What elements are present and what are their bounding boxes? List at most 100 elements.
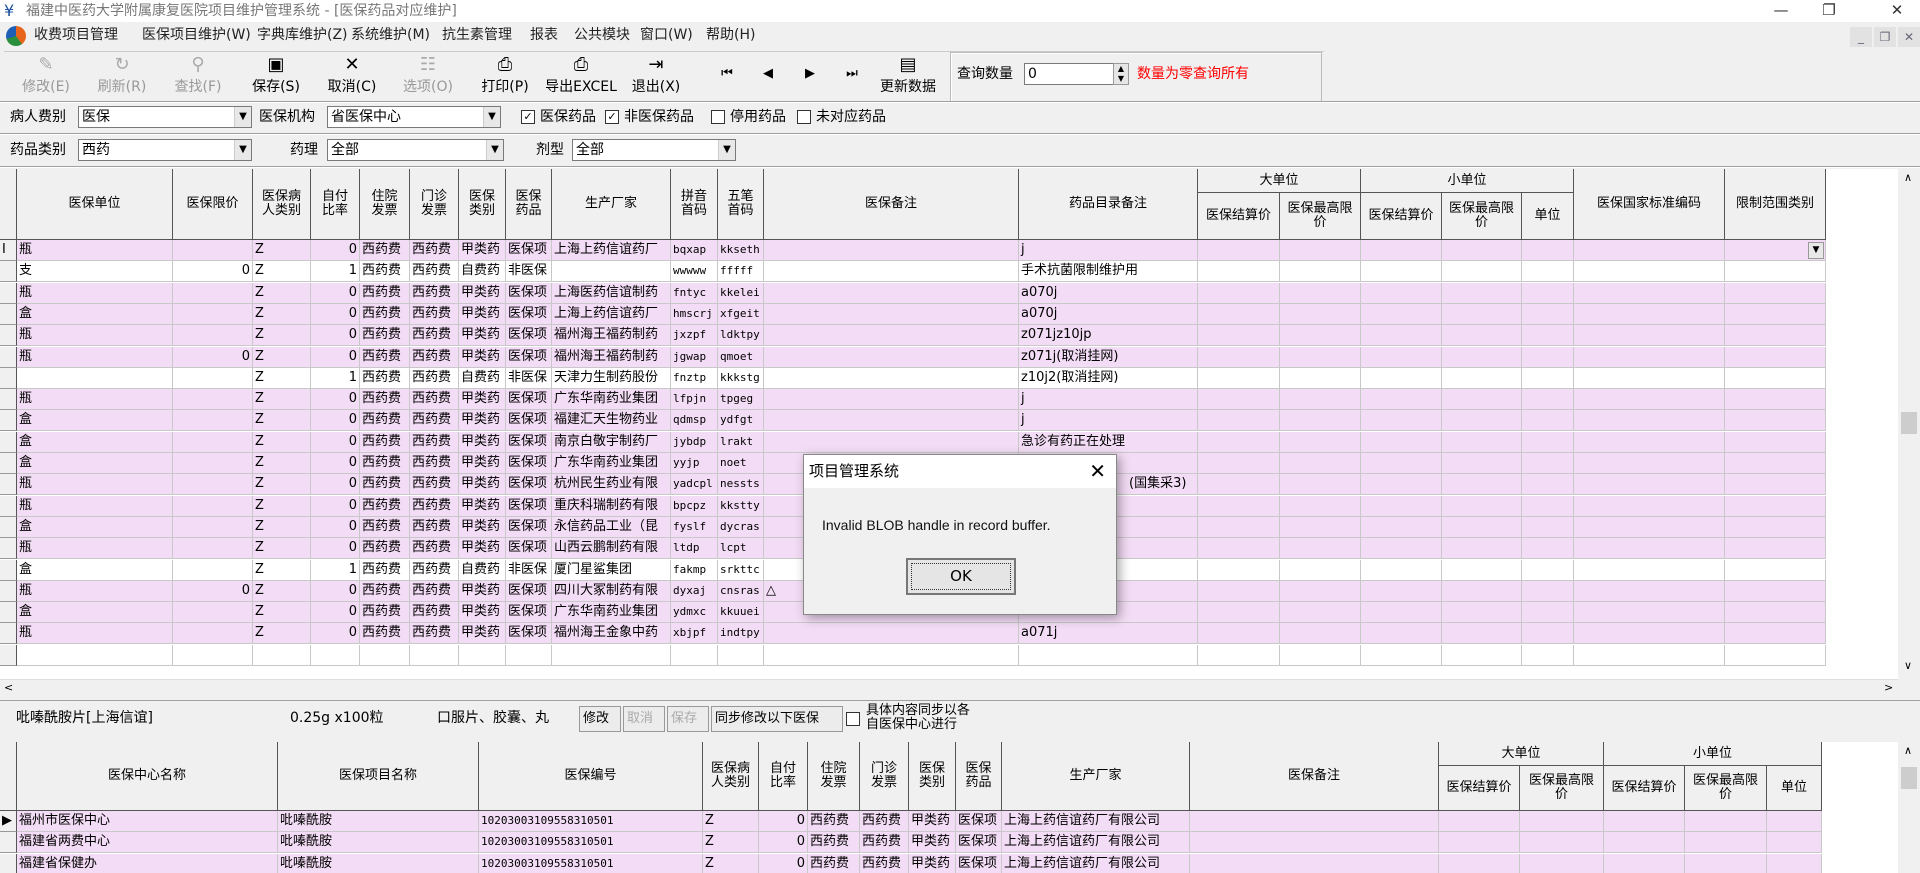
grid-cell[interactable] xyxy=(173,516,253,538)
grid-cell[interactable] xyxy=(1198,623,1280,645)
grid-cell[interactable]: 天津力生制药股份 xyxy=(552,367,671,389)
grid-cell[interactable]: 非医保 xyxy=(506,367,552,389)
grid-cell[interactable]: 西药费 xyxy=(410,495,459,517)
grid-cell[interactable]: Z xyxy=(703,853,759,873)
grid-cell[interactable] xyxy=(1280,282,1361,304)
grid-cell[interactable] xyxy=(1198,431,1280,453)
column-header[interactable]: 医保国家标准编码 xyxy=(1574,169,1725,240)
menu-item[interactable]: 收费项目管理 xyxy=(34,22,118,49)
row-indicator[interactable] xyxy=(0,261,17,283)
grid-cell[interactable] xyxy=(173,474,253,496)
grid-cell[interactable] xyxy=(1442,282,1522,304)
table-row[interactable]: 盒 Z 0 西药费 西药费 甲类药 医保项 南京白敬宇制药厂 jybdp lrakt 急诊有药正在处… xyxy=(0,431,1826,453)
row-indicator[interactable]: ▶ xyxy=(0,811,17,832)
grid-cell[interactable]: 甲类药 xyxy=(459,602,506,624)
row-indicator[interactable] xyxy=(0,346,17,368)
column-header[interactable]: 医保最高限 价 xyxy=(1280,193,1361,240)
grid-cell[interactable]: 西药费 xyxy=(410,431,459,453)
grid-cell[interactable]: 西药费 xyxy=(860,832,909,854)
column-header[interactable]: 门诊 发票 xyxy=(860,742,909,811)
column-header[interactable]: 单位 xyxy=(1767,766,1822,811)
grid-cell[interactable]: 福州市医保中心 xyxy=(17,811,278,832)
grid-cell[interactable] xyxy=(764,261,1019,283)
grid-cell[interactable]: 0 xyxy=(173,580,253,602)
grid-cell[interactable] xyxy=(1361,346,1442,368)
row-indicator[interactable] xyxy=(0,325,17,347)
grid-cell[interactable]: 盒 xyxy=(17,410,173,432)
grid-cell[interactable]: 南京白敬宇制药厂 xyxy=(552,431,671,453)
column-header[interactable]: 自付 比率 xyxy=(759,742,808,811)
column-header[interactable]: 医保 药品 xyxy=(506,169,552,240)
grid-cell[interactable] xyxy=(764,240,1019,261)
grid-cell[interactable]: 甲类药 xyxy=(909,853,956,873)
grid-cell[interactable] xyxy=(1280,367,1361,389)
grid-cell[interactable]: 甲类药 xyxy=(459,389,506,411)
grid-cell[interactable] xyxy=(1725,474,1826,496)
grid-cell[interactable] xyxy=(1522,580,1574,602)
scroll-left-icon[interactable]: < xyxy=(4,681,13,694)
grid-cell[interactable] xyxy=(1574,389,1725,411)
grid-cell[interactable]: Z xyxy=(253,474,311,496)
grid-cell[interactable]: 西药费 xyxy=(360,580,410,602)
grid-cell[interactable] xyxy=(1520,811,1604,832)
sync-edit-button[interactable]: 同步修改以下医保 xyxy=(711,706,843,732)
grid-cell[interactable] xyxy=(1574,495,1725,517)
scroll-up-icon[interactable]: ∧ xyxy=(1904,744,1912,757)
grid-cell[interactable]: Z xyxy=(253,346,311,368)
grid-cell[interactable]: 医保项 xyxy=(506,346,552,368)
column-header[interactable]: 医保备注 xyxy=(1190,742,1439,811)
grid-cell[interactable] xyxy=(1280,559,1361,581)
grid-cell[interactable]: Z xyxy=(253,410,311,432)
chevron-down-icon[interactable]: ▼ xyxy=(486,140,503,160)
grid-cell[interactable]: 吡嗪酰胺 xyxy=(278,811,479,832)
sync-checkbox[interactable] xyxy=(846,712,860,726)
grid-cell[interactable]: 甲类药 xyxy=(459,495,506,517)
close-window-button[interactable]: ✕ xyxy=(1874,0,1920,22)
grid-cell[interactable]: 西药费 xyxy=(808,853,860,873)
grid-cell[interactable]: 自费药 xyxy=(459,559,506,581)
grid-cell[interactable]: 甲类药 xyxy=(459,453,506,474)
grid-cell[interactable]: 吡嗪酰胺 xyxy=(278,853,479,873)
toolbar-button-5[interactable]: ☷ 选项(O) xyxy=(393,54,463,100)
table-row[interactable]: 盒 Z 0 西药费 西药费 甲类药 医保项 上海上药信谊药厂 hmscrj xfgeit a070j xyxy=(0,303,1826,325)
grid-cell[interactable]: ydfgt xyxy=(718,410,764,432)
grid-cell[interactable]: 医保项 xyxy=(956,832,1002,854)
grid-cell[interactable]: 1 xyxy=(311,367,360,389)
grid-cell[interactable] xyxy=(1361,431,1442,453)
grid-cell[interactable] xyxy=(1442,602,1522,624)
grid-cell[interactable] xyxy=(1725,389,1826,411)
mdi-restore-button[interactable]: ❐ xyxy=(1874,27,1896,47)
column-header[interactable]: 单位 xyxy=(1522,193,1574,240)
grid-cell[interactable] xyxy=(1725,282,1826,304)
grid-cell[interactable]: dycras xyxy=(718,516,764,538)
grid-cell[interactable]: Z xyxy=(253,538,311,560)
grid-cell[interactable]: 瓶 xyxy=(17,389,173,411)
maximize-button[interactable]: ❐ xyxy=(1806,0,1852,22)
grid-cell[interactable]: 西药费 xyxy=(360,474,410,496)
grid-cell[interactable]: 0 xyxy=(311,453,360,474)
grid-cell[interactable]: 0 xyxy=(759,853,808,873)
column-header[interactable]: 医保病 人类别 xyxy=(253,169,311,240)
grid-cell[interactable]: 永信药品工业（昆 xyxy=(552,516,671,538)
grid-cell[interactable] xyxy=(1522,261,1574,283)
table-row[interactable]: 瓶 0 Z 0 西药费 西药费 甲类药 医保项 福州海王福药制药 jgwap qmoet z071j(… xyxy=(0,346,1826,368)
mdi-minimize-button[interactable]: _ xyxy=(1850,27,1872,47)
grid-cell[interactable] xyxy=(1574,303,1725,325)
grid-cell[interactable] xyxy=(1522,240,1574,261)
grid-cell[interactable]: 急诊有药正在处理 xyxy=(1019,431,1198,453)
grid-cell[interactable] xyxy=(1725,325,1826,347)
grid-cell[interactable] xyxy=(1280,623,1361,645)
grid-cell[interactable] xyxy=(1725,516,1826,538)
grid-cell[interactable]: 西药费 xyxy=(360,538,410,560)
grid-cell[interactable] xyxy=(1442,623,1522,645)
grid-cell[interactable] xyxy=(1280,453,1361,474)
scroll-right-icon[interactable]: > xyxy=(1884,681,1893,694)
grid-cell[interactable]: noet xyxy=(718,453,764,474)
grid-cell[interactable]: tpgeg xyxy=(718,389,764,411)
grid-cell[interactable]: 上海上药信谊药厂 xyxy=(552,303,671,325)
grid-cell[interactable]: indtpy xyxy=(718,623,764,645)
grid-cell[interactable] xyxy=(1361,367,1442,389)
grid-cell[interactable] xyxy=(1725,495,1826,517)
column-header[interactable]: 限制范围类别 xyxy=(1725,169,1826,240)
grid-cell[interactable]: Z xyxy=(253,516,311,538)
